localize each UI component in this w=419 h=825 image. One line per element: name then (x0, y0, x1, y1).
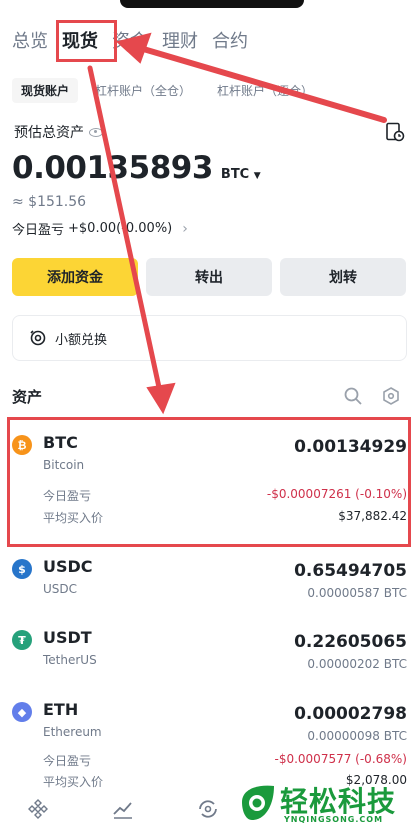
annotation-arrowhead-row (146, 382, 176, 415)
asset-avg-label: 平均买入价 (43, 775, 104, 789)
action-buttons: 添加资金 转出 划转 (12, 258, 406, 296)
caret-down-icon: ▼ (253, 171, 261, 181)
subtab-spot-account[interactable]: 现货账户 (12, 78, 79, 103)
tab-earn[interactable]: 理财 (162, 28, 198, 58)
usd-value: ≈ $151.56 (12, 194, 87, 210)
today-pnl-row[interactable]: 今日盈亏 +$0.00(-0.00%) › (12, 219, 188, 239)
tab-funding[interactable]: 资金 (112, 28, 148, 58)
convert-label: 小额兑换 (55, 332, 108, 348)
usdc-icon: $ (12, 559, 32, 579)
tab-futures[interactable]: 合约 (212, 28, 248, 58)
home-icon[interactable] (27, 798, 49, 820)
asset-row-usdc[interactable]: $ USDC USDC 0.65494705 0.00000587 BTC (12, 557, 407, 603)
asset-symbol: USDT (43, 628, 92, 647)
eye-icon[interactable] (89, 127, 103, 137)
subtab-cross-margin[interactable]: 杠杆账户（全仓） (86, 78, 200, 103)
asset-row-usdt[interactable]: ₮ USDT TetherUS 0.22605065 0.00000202 BT… (12, 628, 407, 674)
watermark-logo: 轻松科技 YNQINGSONG.COM (238, 780, 419, 825)
today-pnl-label: 今日盈亏 (12, 223, 65, 238)
withdraw-button[interactable]: 转出 (146, 258, 272, 296)
asset-row-eth[interactable]: ◆ ETH Ethereum 0.00002798 0.00000098 BTC… (12, 700, 407, 790)
transfer-button[interactable]: 划转 (280, 258, 406, 296)
chevron-right-icon: › (182, 220, 188, 237)
asset-btc-value: 0.00000098 BTC (307, 729, 407, 743)
trade-icon[interactable] (197, 798, 219, 820)
annotation-box-spot-tab (56, 20, 117, 62)
estimated-balance-text: 预估总资产 (14, 125, 84, 141)
asset-name: USDC (43, 582, 78, 596)
settings-icon[interactable] (381, 386, 401, 406)
balance-unit-selector[interactable]: BTC ▼ (221, 167, 261, 182)
search-icon[interactable] (343, 386, 363, 406)
today-pnl-value: +$0.00(-0.00%) (68, 221, 173, 236)
asset-name: TetherUS (43, 653, 97, 667)
tether-icon: ₮ (12, 630, 32, 650)
watermark-text: 轻松科技 (280, 785, 397, 818)
watermark-leaf-icon (242, 785, 274, 820)
asset-btc-value: 0.00000587 BTC (307, 586, 407, 600)
asset-btc-value: 0.00000202 BTC (307, 657, 407, 671)
status-bar-notch (120, 0, 304, 8)
asset-amount: 0.65494705 (294, 561, 407, 581)
asset-pnl-value: -$0.0007577 (-0.68%) (274, 752, 408, 766)
balance-block: 0.00135893 BTC ▼ (12, 150, 261, 186)
ethereum-icon: ◆ (12, 702, 32, 722)
annotation-box-btc-row (7, 417, 411, 547)
assets-tools (343, 386, 401, 406)
spot-subtabs: 现货账户 杠杆账户（全仓） 杠杆账户（逐仓） (12, 78, 322, 103)
watermark-url: YNQINGSONG.COM (284, 815, 384, 824)
balance-amount: 0.00135893 (12, 150, 213, 186)
balance-unit: BTC (220, 167, 250, 182)
tab-overview[interactable]: 总览 (12, 28, 48, 58)
assets-title: 资产 (12, 388, 43, 406)
subtab-isolated-margin[interactable]: 杠杆账户（逐仓） (208, 78, 322, 103)
asset-symbol: USDC (43, 557, 93, 576)
asset-symbol: ETH (43, 700, 79, 719)
history-icon[interactable] (385, 122, 405, 142)
account-tabs: 总览 现货 资金 理财 合约 (12, 28, 248, 58)
convert-icon (30, 330, 46, 346)
asset-pnl-label: 今日盈亏 (43, 754, 92, 768)
deposit-button[interactable]: 添加资金 (12, 258, 138, 296)
asset-amount: 0.00002798 (294, 704, 407, 724)
estimated-balance-label: 预估总资产 (14, 122, 103, 142)
markets-icon[interactable] (112, 798, 134, 820)
asset-name: Ethereum (43, 725, 102, 739)
asset-amount: 0.22605065 (294, 632, 407, 652)
convert-small-balance-card[interactable]: 小额兑换 (12, 315, 407, 361)
